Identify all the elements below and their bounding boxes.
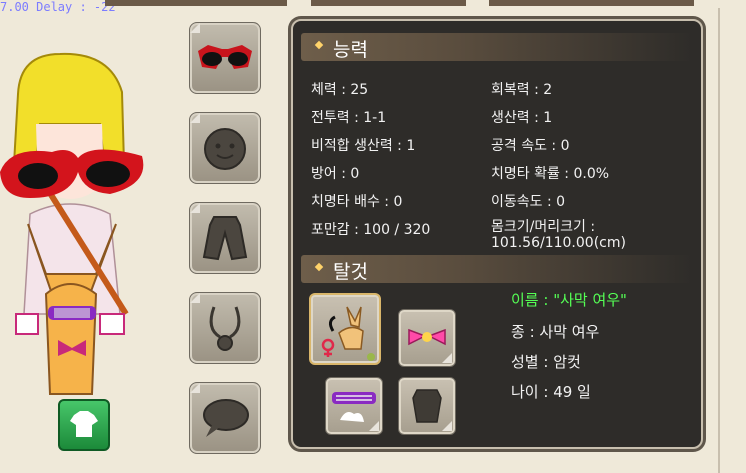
slot-necklace[interactable] xyxy=(189,292,261,364)
stat-recovery: 회복력 : 2 xyxy=(491,82,553,98)
mount-fox-slot[interactable] xyxy=(309,293,381,365)
necklace-icon xyxy=(209,306,241,351)
slot-eyewear[interactable] xyxy=(189,22,261,94)
mount-name: 이름 : "사막 여우" xyxy=(511,291,627,309)
slot-speech-bubble[interactable] xyxy=(189,382,261,454)
face-icon xyxy=(204,128,246,170)
wardrobe-button[interactable] xyxy=(58,399,110,451)
debug-delay-text: 7.00 Delay : -22 xyxy=(0,0,116,14)
top-border-left xyxy=(105,0,287,6)
stat-crit-multiplier: 치명타 배수 : 0 xyxy=(311,194,403,210)
corner-arrow-icon xyxy=(190,113,200,123)
mount-age: 나이 : 49 일 xyxy=(511,383,591,401)
top-border-right xyxy=(489,0,694,6)
stat-crit-chance: 치명타 확률 : 0.0% xyxy=(491,166,610,182)
mount-header: 탈것 xyxy=(301,255,693,283)
corner-arrow-icon xyxy=(190,203,200,213)
stat-move-speed: 이동속도 : 0 xyxy=(491,194,566,210)
character-preview xyxy=(0,14,180,454)
window-right-edge xyxy=(718,8,746,473)
abilities-header: 능력 xyxy=(301,33,693,61)
abilities-title: 능력 xyxy=(333,39,368,61)
top-border-mid xyxy=(311,0,466,6)
corner-arrow-icon xyxy=(442,353,452,363)
stat-combat-power: 전투력 : 1-1 xyxy=(311,110,387,126)
slot-outerwear[interactable] xyxy=(189,202,261,274)
mount-bow-slot[interactable] xyxy=(398,309,456,367)
coat-icon xyxy=(202,216,248,261)
speech-bubble-icon xyxy=(203,399,249,437)
stat-satiety: 포만감 : 100 / 320 xyxy=(311,222,431,238)
mount-species: 종 : 사막 여우 xyxy=(511,323,600,341)
corner-arrow-icon xyxy=(190,383,200,393)
sunglasses-icon xyxy=(198,45,252,69)
slot-face[interactable] xyxy=(189,112,261,184)
shirt-icon xyxy=(70,411,98,437)
mount-title: 탈것 xyxy=(333,261,368,283)
corner-arrow-icon xyxy=(442,421,452,431)
mount-goggles-slot[interactable] xyxy=(325,377,383,435)
corner-arrow-icon xyxy=(369,421,379,431)
stat-health: 체력 : 25 xyxy=(311,82,369,98)
corner-arrow-icon xyxy=(190,23,200,33)
stat-body-head-size: 몸크기/머리크기 : 101.56/110.00(cm) xyxy=(491,219,626,251)
diamond-bullet-icon xyxy=(314,40,324,50)
desert-fox-icon xyxy=(321,306,375,361)
stat-attack-speed: 공격 속도 : 0 xyxy=(491,138,570,154)
stat-unfit-production: 비적합 생산력 : 1 xyxy=(311,138,416,154)
stats-panel: 능력 체력 : 25 전투력 : 1-1 비적합 생산력 : 1 방어 : 0 … xyxy=(291,19,703,449)
equipment-slots xyxy=(189,22,261,472)
corner-arrow-icon xyxy=(190,293,200,303)
diamond-bullet-icon xyxy=(314,262,324,272)
mount-gender: 성별 : 암컷 xyxy=(511,353,581,371)
stat-production: 생산력 : 1 xyxy=(491,110,553,126)
stat-defense: 방어 : 0 xyxy=(311,166,360,182)
mount-body-slot[interactable] xyxy=(398,377,456,435)
